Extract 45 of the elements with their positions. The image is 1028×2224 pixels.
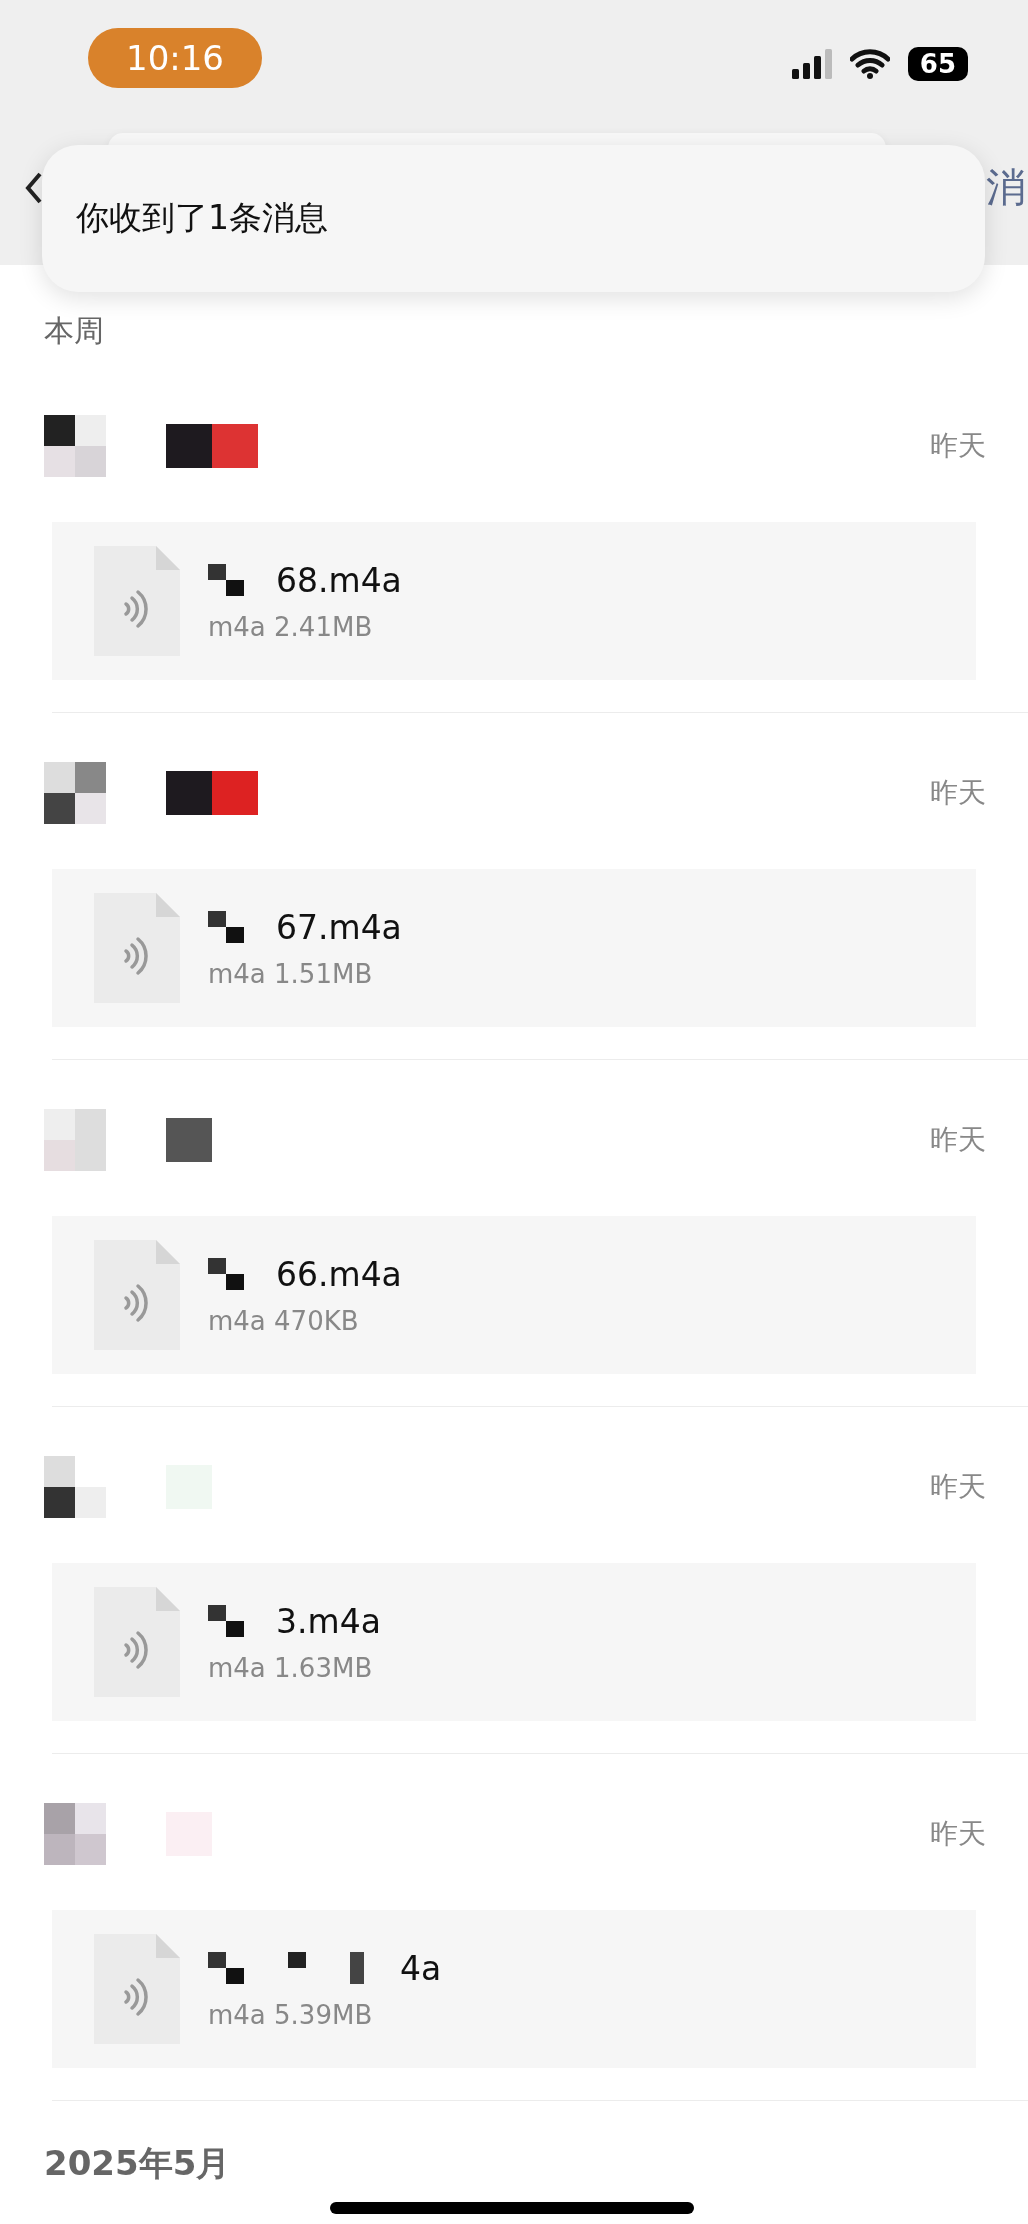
audio-file-icon: [94, 1240, 180, 1350]
pixelated-text: [208, 564, 244, 596]
file-card[interactable]: 66.m4a m4a 470KB: [52, 1216, 976, 1374]
audio-file-icon: [94, 1587, 180, 1697]
wifi-icon: [849, 49, 890, 79]
pixelated-avatar: [44, 1109, 106, 1171]
notification-text: 你收到了1条消息: [76, 197, 328, 239]
pixelated-avatar: [44, 1456, 106, 1518]
file-card[interactable]: 67.m4a m4a 1.51MB: [52, 869, 976, 1027]
file-card[interactable]: 4a m4a 5.39MB: [52, 1910, 976, 2068]
section-title: 2025年5月: [44, 2142, 231, 2185]
pixelated-text: [208, 911, 244, 943]
signal-icon: [791, 49, 832, 79]
pixelated-text: [208, 1605, 244, 1637]
message-date: 昨天: [930, 1816, 986, 1852]
file-card[interactable]: 3.m4a m4a 1.63MB: [52, 1563, 976, 1721]
pixelated-avatar: [44, 1803, 106, 1865]
file-name: 4a: [400, 1948, 442, 1988]
message-date: 昨天: [930, 428, 986, 464]
pixelated-avatar: [44, 415, 106, 477]
nav-action[interactable]: 消: [986, 160, 1026, 215]
message-date: 昨天: [930, 1122, 986, 1158]
pixelated-avatar: [44, 762, 106, 824]
pixelated-name: [166, 1118, 212, 1162]
message-date: 昨天: [930, 1469, 986, 1505]
file-card[interactable]: 68.m4a m4a 2.41MB: [52, 522, 976, 680]
file-meta: m4a 1.51MB: [208, 958, 374, 989]
notification-banner[interactable]: 你收到了1条消息: [42, 145, 985, 292]
file-meta: m4a 470KB: [208, 1305, 360, 1336]
audio-file-icon: [94, 893, 180, 1003]
section-title: 本周: [44, 312, 104, 350]
file-name: 68.m4a: [276, 560, 402, 600]
audio-file-icon: [94, 1934, 180, 2044]
back-icon[interactable]: [24, 170, 44, 205]
audio-file-icon: [94, 546, 180, 656]
file-meta: m4a 1.63MB: [208, 1652, 374, 1683]
battery-level: 65: [907, 47, 968, 81]
file-name: 67.m4a: [276, 907, 402, 947]
file-name: 66.m4a: [276, 1254, 402, 1294]
file-meta: m4a 5.39MB: [208, 1999, 374, 2030]
file-name: 3.m4a: [276, 1601, 381, 1641]
file-meta: m4a 2.41MB: [208, 611, 374, 642]
message-date: 昨天: [930, 775, 986, 811]
pixelated-text: [208, 1258, 244, 1290]
status-time: 10:16: [88, 28, 262, 88]
